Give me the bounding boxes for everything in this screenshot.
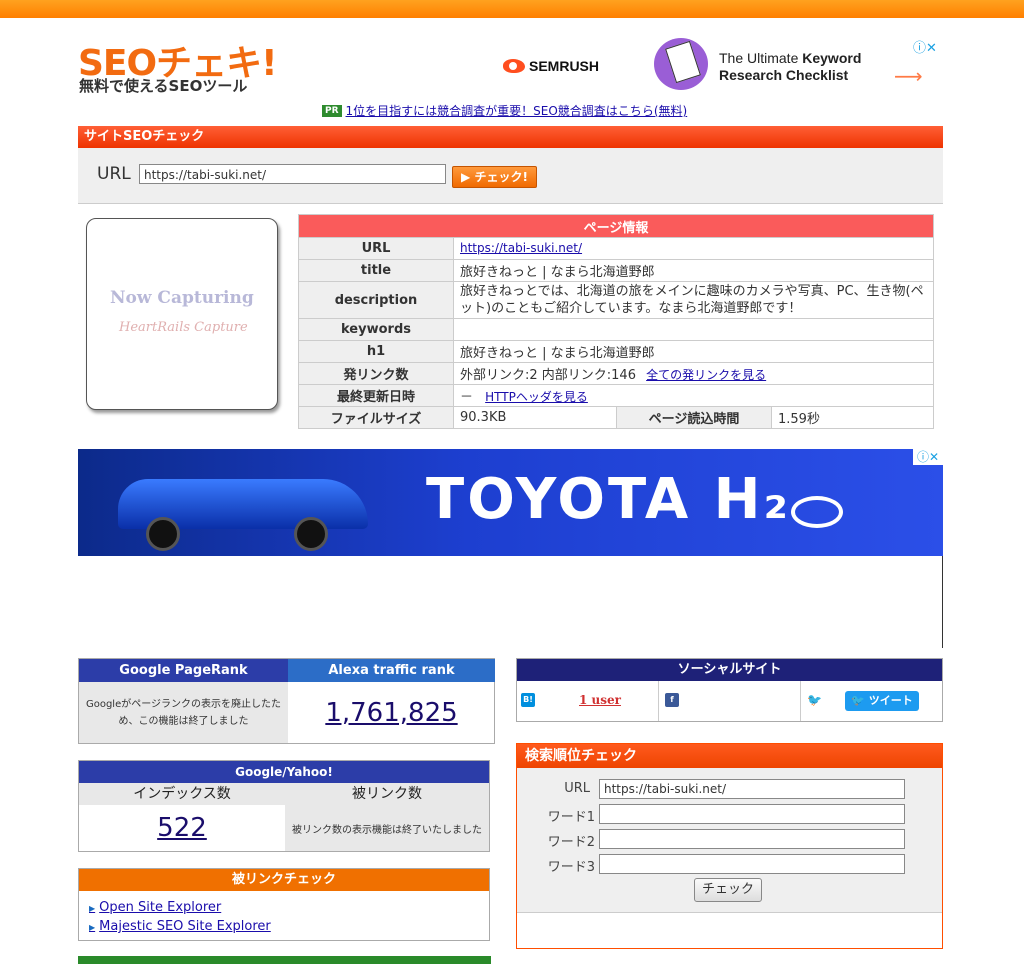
ad-divider	[942, 556, 943, 648]
rank-check-button[interactable]: チェック	[694, 878, 762, 902]
toyota-ad-close-icon[interactable]: ⓘ✕	[913, 449, 943, 465]
last-updated-label: 最終更新日時	[298, 384, 454, 407]
backlink-count-label: 被リンク数	[285, 783, 489, 805]
description-value: 旅好きねっとでは、北海道の旅をメインに趣味のカメラや写真、PC、生き物(ペット)…	[453, 281, 934, 319]
index-count-label: インデックス数	[79, 783, 286, 805]
title-row-label: title	[298, 259, 454, 282]
title-value: 旅好きねっと | なまら北海道野郎	[453, 259, 934, 282]
description-row-label: description	[298, 281, 454, 319]
page-url-link[interactable]: https://tabi-suki.net/	[460, 241, 582, 255]
rank-url-label: URL	[564, 781, 590, 796]
url-label: URL	[97, 164, 131, 184]
checklist-book-icon[interactable]	[654, 38, 708, 90]
ad-headline-bold: Keyword	[802, 50, 862, 66]
backlink-check-box: 被リンクチェック Open Site Explorer Majestic SEO…	[78, 868, 490, 941]
load-time-value: 1.59秒	[771, 406, 934, 429]
outbound-links-cell: 外部リンク:2 内部リンク:146 全ての発リンクを見る	[453, 362, 934, 385]
word1-input[interactable]	[599, 804, 905, 824]
competitor-research-link[interactable]: 1位を目指すには競合調査が重要！SEO競合調査はこちら(無料)	[346, 102, 688, 119]
ad-headline-line2: Research Checklist	[719, 67, 849, 83]
semrush-brand-text: SEMRUSH	[529, 58, 600, 74]
file-size-value: 90.3KB	[453, 406, 617, 429]
car-wheel-icon	[146, 517, 180, 551]
outbound-links-value: 外部リンク:2 内部リンク:146	[460, 368, 636, 383]
social-sites-header: ソーシャルサイト	[517, 659, 942, 681]
twitter-bird-icon: 🐦	[807, 693, 822, 707]
alexa-rank-value[interactable]: 1,761,825	[325, 698, 457, 728]
word3-input[interactable]	[599, 854, 905, 874]
ad-headline[interactable]: The Ultimate Keyword Research Checklist	[719, 50, 879, 84]
toyota-banner-ad[interactable]: TOYOTA H₂ ⓘ✕	[78, 449, 943, 556]
search-rank-check-header: 検索順位チェック	[517, 744, 942, 768]
semrush-ad-brand[interactable]: SEMRUSH	[503, 58, 599, 74]
heartrails-capture-text: HeartRails Capture	[119, 320, 248, 335]
car-wheel-icon	[294, 517, 328, 551]
word2-input[interactable]	[599, 829, 905, 849]
pr-badge: PR	[322, 104, 342, 117]
index-count-cell: 522	[79, 805, 286, 851]
word1-label: ワード1	[547, 810, 595, 825]
ad-arrow-icon[interactable]: ⟶	[894, 64, 923, 88]
word3-label: ワード3	[547, 860, 595, 875]
word2-label: ワード2	[547, 835, 595, 850]
alexa-rank-header: Alexa traffic rank	[288, 659, 495, 682]
load-time-label: ページ読込時間	[616, 406, 772, 429]
majestic-seo-link[interactable]: Majestic SEO Site Explorer	[89, 919, 271, 934]
last-updated-value: －	[460, 390, 474, 405]
next-section-header	[78, 956, 491, 964]
site-tagline: 無料で使えるSEOツール	[79, 77, 248, 95]
check-button[interactable]: ▶ チェック!	[452, 166, 537, 188]
url-input[interactable]: https://tabi-suki.net/	[139, 164, 446, 184]
google-yahoo-header: Google/Yahoo!	[79, 761, 489, 783]
site-seo-check-header: サイトSEOチェック	[78, 126, 943, 148]
toyota-logo-icon	[791, 496, 843, 528]
rank-url-input[interactable]: https://tabi-suki.net/	[599, 779, 905, 799]
hatena-bookmark-icon[interactable]: B!	[521, 693, 535, 707]
page-info-table: ページ情報 URL https://tabi-suki.net/ title 旅…	[298, 214, 934, 429]
h1-value: 旅好きねっと | なまら北海道野郎	[453, 340, 934, 363]
keywords-row-label: keywords	[298, 318, 454, 341]
social-sites-box: ソーシャルサイト B! 1 user f 🐦 🐦 ツイート	[516, 658, 943, 722]
pagerank-box: Google PageRank Alexa traffic rank Googl…	[78, 658, 495, 744]
hatena-users-link[interactable]: 1 user	[579, 693, 621, 707]
open-site-explorer-link[interactable]: Open Site Explorer	[89, 900, 221, 915]
keywords-value	[453, 318, 934, 341]
site-seo-check-title: サイトSEOチェック	[84, 129, 205, 144]
pr-link-row: PR 1位を目指すには競合調査が重要！SEO競合調査はこちら(無料)	[322, 102, 687, 119]
pagerank-discontinued-message: Googleがページランクの表示を廃止したため、この機能は終了しました	[79, 682, 288, 743]
http-header-link[interactable]: HTTPヘッダを見る	[485, 390, 588, 404]
page-info-header: ページ情報	[298, 214, 934, 238]
now-capturing-text: Now Capturing	[110, 288, 254, 308]
alexa-rank-cell: 1,761,825	[288, 682, 495, 743]
ad-close-icon[interactable]: ⓘ✕	[913, 37, 937, 56]
index-count-value[interactable]: 522	[157, 813, 207, 843]
backlink-check-header: 被リンクチェック	[79, 869, 489, 891]
outbound-links-label: 発リンク数	[298, 362, 454, 385]
backlink-discontinued-message: 被リンク数の表示機能は終了いたしました	[285, 805, 489, 851]
ad-headline-light: The Ultimate	[719, 50, 803, 66]
google-pagerank-header: Google PageRank	[79, 659, 288, 682]
tweet-button[interactable]: 🐦 ツイート	[845, 691, 919, 711]
facebook-cell	[659, 681, 801, 721]
all-links-link[interactable]: 全ての発リンクを見る	[646, 368, 766, 382]
google-yahoo-box: Google/Yahoo! インデックス数 被リンク数 522 被リンク数の表示…	[78, 760, 490, 852]
toyota-ad-text: TOYOTA H₂	[426, 467, 792, 532]
top-orange-bar	[0, 0, 1024, 18]
facebook-icon[interactable]: f	[665, 693, 679, 707]
url-row-label: URL	[298, 237, 454, 260]
file-size-label: ファイルサイズ	[298, 406, 454, 429]
h1-row-label: h1	[298, 340, 454, 363]
semrush-flame-icon	[503, 59, 525, 73]
screenshot-capture-frame	[86, 218, 278, 410]
last-updated-cell: － HTTPヘッダを見る	[453, 384, 934, 407]
